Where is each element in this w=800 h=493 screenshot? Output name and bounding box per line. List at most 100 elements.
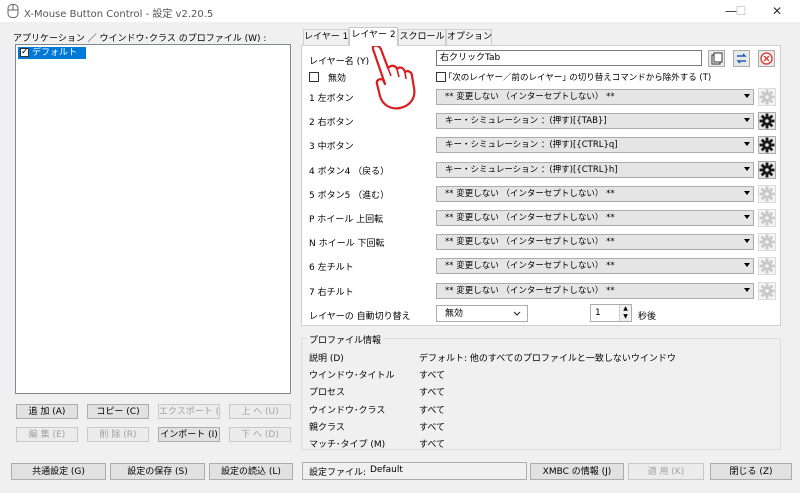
button-action-value: キー・シミュレーション ：(押す)[{TAB}] (445, 116, 607, 126)
button-action-select[interactable]: ** 変更しない （インターセプトしない） ** (436, 210, 754, 226)
gear-icon[interactable] (758, 88, 776, 106)
profile-info-key: マッチ･タイプ (M) (309, 440, 386, 450)
gear-icon[interactable] (758, 185, 776, 203)
disable-layer-checkbox[interactable] (309, 72, 319, 82)
dropdown-arrow-icon (744, 118, 750, 122)
stepper-up-icon[interactable]: ▲ (619, 305, 631, 313)
auto-switch-value: 無効 (445, 309, 464, 319)
add-button[interactable]: 追 加 (A) (16, 404, 78, 419)
profile-info-value: すべて (419, 440, 446, 450)
gear-icon[interactable] (758, 112, 776, 130)
mouse-app-icon (7, 4, 19, 18)
config-file-value: Default (370, 465, 403, 475)
profiles-label: アプリケーション ／ ウインドウ･クラス のプロファイル (W) : (13, 34, 267, 44)
gear-icon[interactable] (758, 209, 776, 227)
dropdown-arrow-icon (744, 288, 750, 292)
dropdown-arrow-icon (744, 263, 750, 267)
config-file-label: 設定ファイル: (309, 468, 367, 478)
button-row-label: P ホイール 上回転 (309, 215, 384, 225)
layer-name-value: 右クリックTab (440, 53, 501, 63)
config-file-box: 設定ファイル: Default (302, 462, 527, 480)
stepper-down-icon[interactable]: ▼ (619, 313, 631, 321)
import-button[interactable]: インポート (I) (158, 427, 220, 442)
tab-layer-1[interactable]: レイヤー 1 (303, 29, 349, 45)
gear-icon[interactable] (758, 282, 776, 300)
button-action-value: キー・シミュレーション ：(押す)[{CTRL}q] (445, 140, 618, 150)
button-row-label: N ホイール 下回転 (309, 239, 385, 249)
copy-button[interactable]: コピー (C) (87, 404, 149, 419)
button-action-value: ** 変更しない （インターセプトしない） ** (445, 286, 615, 296)
button-row-label: 7 右チルト (309, 288, 354, 298)
profile-info-value: すべて (419, 423, 446, 433)
auto-switch-select[interactable]: 無効 (436, 305, 528, 322)
button-action-value: ** 変更しない （インターセプトしない） ** (445, 92, 615, 102)
profile-info-title: プロファイル情報 (307, 333, 384, 346)
edit-button[interactable]: 編 集 (E) (16, 427, 78, 442)
button-row-label: 2 右ボタン (309, 118, 354, 128)
gear-icon[interactable] (758, 161, 776, 179)
button-action-value: ** 変更しない （インターセプトしない） ** (445, 261, 615, 271)
button-action-select[interactable]: キー・シミュレーション ：(押す)[{TAB}] (436, 113, 754, 129)
pointing-hand-icon (371, 44, 416, 110)
button-action-select[interactable]: キー・シミュレーション ：(押す)[{CTRL}h] (436, 162, 754, 178)
button-action-select[interactable]: キー・シミュレーション ：(押す)[{CTRL}q] (436, 137, 754, 153)
layer-name-label: レイヤー名 (Y) (309, 57, 370, 67)
title-bar: X-Mouse Button Control - 設定 v2.20.5 — ☐ … (0, 0, 800, 22)
profile-info-value: デフォルト: 他のすべてのプロファイルと一致しないウインドウ (419, 354, 676, 364)
delete-button[interactable]: 削 除 (R) (87, 427, 149, 442)
dropdown-arrow-icon (744, 191, 750, 195)
tab-layer-2[interactable]: レイヤー 2 (349, 27, 398, 46)
profile-info-key: プロセス (309, 388, 346, 398)
window-title: X-Mouse Button Control - 設定 v2.20.5 (24, 9, 214, 20)
button-row-label: 5 ボタン5 （進む） (309, 191, 390, 201)
gear-icon[interactable] (758, 233, 776, 251)
list-item[interactable]: ✓ デフォルト (18, 47, 86, 59)
save-settings-button[interactable]: 設定の保存 (S) (110, 463, 205, 480)
profile-info-key: 説明 (D) (309, 354, 344, 364)
dropdown-arrow-icon (744, 142, 750, 146)
export-button[interactable]: エクスポート (X) (158, 404, 220, 419)
button-row-label: 6 左チルト (309, 263, 354, 273)
exclude-switch-checkbox[interactable] (436, 72, 446, 82)
load-settings-button[interactable]: 設定の読込 (L) (209, 463, 293, 480)
swap-layers-icon[interactable] (733, 50, 750, 67)
profile-info-key: ウインドウ･タイトル (309, 371, 395, 381)
layer-name-input[interactable]: 右クリックTab (436, 50, 702, 66)
profile-info-value: すべて (419, 388, 446, 398)
move-up-button[interactable]: 上 へ (U) (229, 404, 291, 419)
move-down-button[interactable]: 下 へ (D) (229, 427, 291, 442)
profile-name: デフォルト (32, 48, 78, 58)
seconds-stepper[interactable]: 1 ▲ ▼ (590, 304, 632, 322)
profile-checkbox[interactable]: ✓ (20, 47, 29, 57)
button-action-select[interactable]: ** 変更しない （インターセプトしない） ** (436, 89, 754, 105)
profile-info-value: すべて (419, 371, 446, 381)
button-action-select[interactable]: ** 変更しない （インターセプトしない） ** (436, 283, 754, 299)
button-row-label: 1 左ボタン (309, 94, 354, 104)
close-window-button[interactable]: ✕ (754, 0, 800, 22)
copy-layer-icon[interactable] (708, 50, 725, 67)
close-button[interactable]: 閉じる (Z) (710, 463, 792, 480)
button-action-value: ** 変更しない （インターセプトしない） ** (445, 213, 615, 223)
button-action-select[interactable]: ** 変更しない （インターセプトしない） ** (436, 234, 754, 250)
exclude-switch-label: ｢次のレイヤー／前のレイヤー｣ の切り替えコマンドから除外する (T) (448, 73, 712, 83)
button-action-select[interactable]: ** 変更しない （インターセプトしない） ** (436, 258, 754, 274)
profile-info-key: ウインドウ･クラス (309, 406, 386, 416)
gear-icon[interactable] (758, 136, 776, 154)
tab-options[interactable]: オプション (446, 29, 492, 45)
button-action-value: キー・シミュレーション ：(押す)[{CTRL}h] (445, 165, 618, 175)
button-row-label: 4 ボタン4 （戻る） (309, 167, 390, 177)
disable-layer-label: 無効 (328, 74, 347, 84)
xmbc-info-button[interactable]: XMBC の情報 (J) (530, 463, 624, 480)
gear-icon[interactable] (758, 257, 776, 275)
seconds-unit: 秒後 (638, 312, 657, 322)
clear-layer-icon[interactable] (758, 50, 775, 67)
chevron-down-icon (513, 311, 521, 316)
seconds-value: 1 (595, 308, 601, 318)
profile-list[interactable]: ✓ デフォルト (15, 44, 291, 394)
button-row-label: 3 中ボタン (309, 142, 354, 152)
common-settings-button[interactable]: 共通設定 (G) (11, 463, 106, 480)
apply-button[interactable]: 適 用 (K) (628, 463, 704, 480)
button-action-select[interactable]: ** 変更しない （インターセプトしない） ** (436, 186, 754, 202)
button-action-value: ** 変更しない （インターセプトしない） ** (445, 237, 615, 247)
dropdown-arrow-icon (744, 239, 750, 243)
